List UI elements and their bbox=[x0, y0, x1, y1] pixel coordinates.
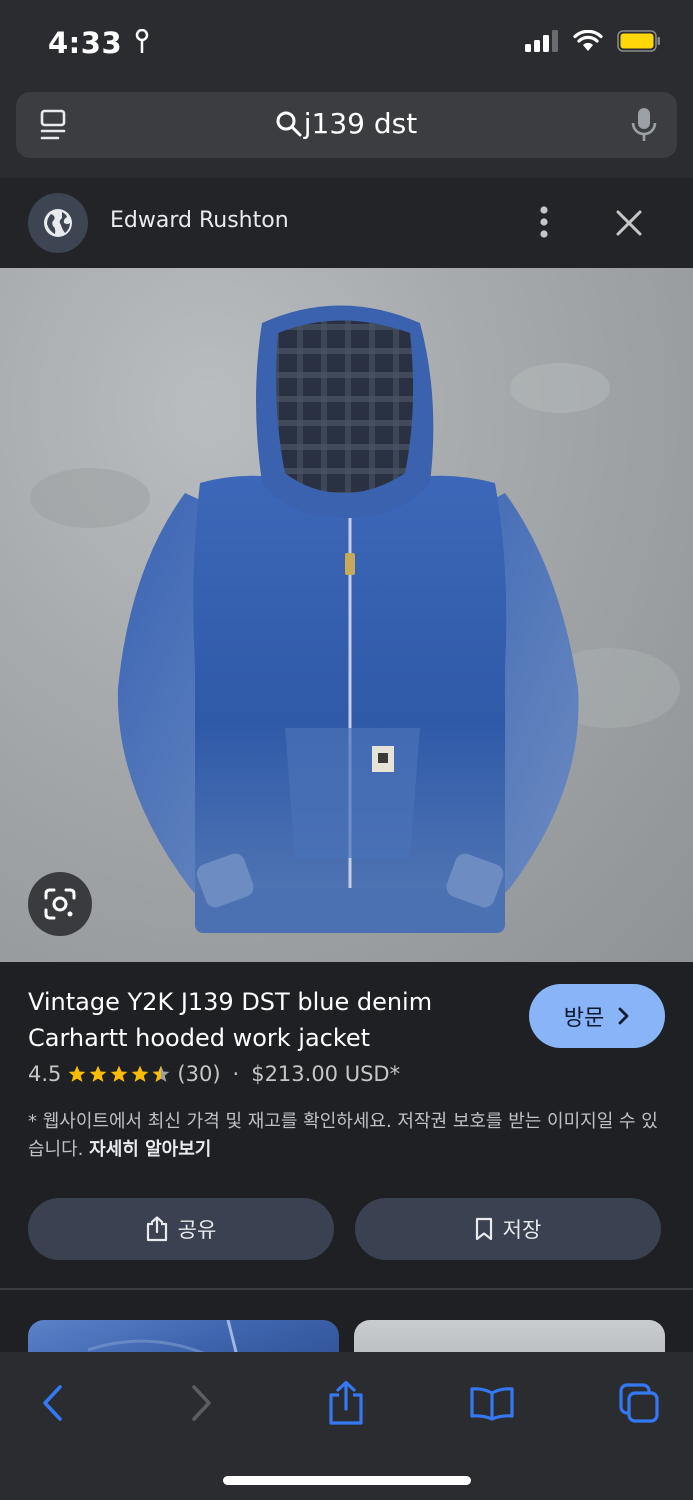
back-chevron-icon bbox=[43, 1385, 62, 1421]
chevron-right-icon bbox=[618, 1007, 629, 1025]
source-avatar[interactable] bbox=[28, 193, 88, 253]
more-options-button[interactable] bbox=[528, 202, 560, 242]
rating-row: 4.5 (30) · $213.00 USD* bbox=[28, 1062, 400, 1086]
clock-text: 4:33 bbox=[48, 26, 123, 60]
related-image-thumb[interactable] bbox=[28, 1320, 339, 1352]
review-count: (30) bbox=[177, 1062, 221, 1086]
google-lens-icon bbox=[44, 888, 76, 920]
address-bar[interactable]: j139 dst bbox=[16, 92, 677, 158]
close-icon bbox=[616, 210, 642, 236]
source-name[interactable]: Edward Rushton bbox=[110, 208, 289, 233]
product-title[interactable]: Vintage Y2K J139 DST blue denim Carhartt… bbox=[28, 984, 498, 1056]
microphone-button[interactable] bbox=[631, 106, 657, 148]
close-button[interactable] bbox=[608, 202, 650, 244]
status-time: 4:33 bbox=[48, 26, 149, 60]
browser-toolbar bbox=[0, 1352, 693, 1500]
more-vertical-icon bbox=[540, 206, 548, 238]
tabs-button[interactable] bbox=[614, 1378, 664, 1428]
share-label: 공유 bbox=[177, 1218, 217, 1242]
rating-value: 4.5 bbox=[28, 1062, 62, 1086]
related-image-detail bbox=[354, 1320, 665, 1352]
separator-dot: · bbox=[232, 1062, 240, 1086]
share-page-button[interactable] bbox=[321, 1378, 371, 1428]
save-label: 저장 bbox=[502, 1218, 542, 1242]
status-icons bbox=[525, 30, 661, 52]
bookmark-icon bbox=[475, 1217, 492, 1241]
query-text: j139 dst bbox=[303, 107, 418, 140]
price-disclaimer: * 웹사이트에서 최신 가격 및 재고를 확인하세요. 저작권 보호를 받는 이… bbox=[28, 1108, 668, 1164]
denim-jacket-illustration bbox=[30, 305, 680, 933]
price: $213.00 USD* bbox=[251, 1062, 401, 1086]
address-query[interactable]: j139 dst bbox=[16, 107, 677, 140]
tabs-icon bbox=[619, 1383, 659, 1423]
learn-more-link[interactable]: 자세히 알아보기 bbox=[89, 1139, 211, 1160]
rating-stars bbox=[67, 1064, 171, 1084]
home-indicator bbox=[223, 1476, 471, 1485]
status-bar: 4:33 bbox=[0, 0, 693, 90]
back-button[interactable] bbox=[27, 1378, 77, 1428]
image-source-row: Edward Rushton bbox=[0, 178, 693, 268]
visit-label: 방문 bbox=[563, 1006, 605, 1031]
half-star-icon bbox=[153, 1065, 170, 1082]
star-icon bbox=[90, 1065, 107, 1082]
bookmarks-book-icon bbox=[470, 1387, 514, 1421]
location-arrow-icon bbox=[135, 28, 148, 53]
cellular-signal-icon bbox=[525, 30, 558, 52]
star-icon bbox=[111, 1065, 128, 1082]
related-images bbox=[0, 1290, 693, 1352]
share-icon bbox=[329, 1380, 363, 1425]
related-image-detail bbox=[87, 1320, 238, 1352]
visit-button[interactable]: 방문 bbox=[529, 984, 665, 1048]
microphone-icon bbox=[631, 108, 657, 141]
forward-chevron-icon bbox=[192, 1385, 211, 1421]
star-icon bbox=[132, 1065, 149, 1082]
share-icon bbox=[146, 1216, 167, 1242]
product-image[interactable] bbox=[0, 268, 693, 962]
browser-address-area: j139 dst bbox=[0, 90, 693, 178]
battery-icon bbox=[617, 30, 660, 52]
product-details: Vintage Y2K J139 DST blue denim Carhartt… bbox=[0, 962, 693, 1288]
bookmarks-button[interactable] bbox=[467, 1378, 517, 1428]
globe-icon bbox=[44, 209, 72, 237]
lens-search-button[interactable] bbox=[28, 872, 92, 936]
star-icon bbox=[69, 1065, 86, 1082]
forward-button[interactable] bbox=[177, 1378, 227, 1428]
wifi-icon bbox=[573, 30, 603, 51]
save-button[interactable]: 저장 bbox=[355, 1198, 661, 1260]
share-button[interactable]: 공유 bbox=[28, 1198, 334, 1260]
related-image-thumb[interactable] bbox=[354, 1320, 665, 1352]
search-icon bbox=[276, 111, 302, 137]
